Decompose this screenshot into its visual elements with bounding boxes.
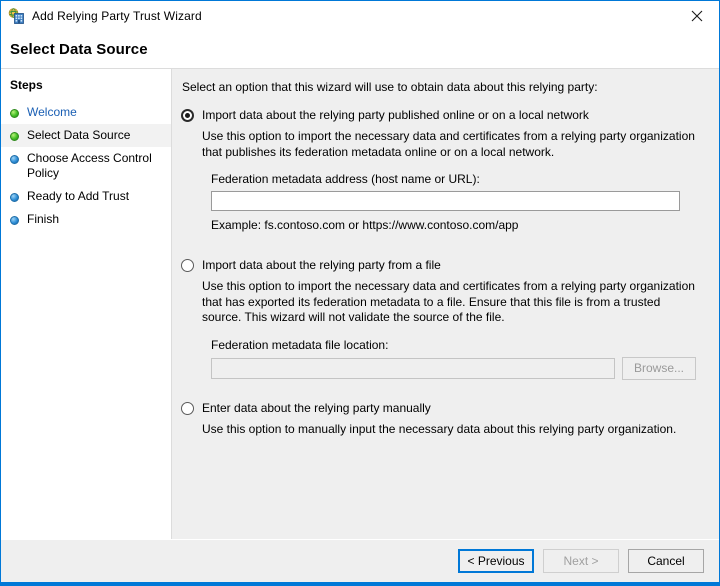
federation-metadata-file-row: Browse...	[211, 356, 705, 380]
sidebar-item-label: Choose Access Control Policy	[27, 151, 152, 180]
sidebar-item-welcome[interactable]: Welcome	[1, 101, 171, 124]
option-import-online: Import data about the relying party publ…	[181, 108, 705, 232]
sidebar-item-label: Finish	[27, 212, 60, 226]
body-area: Steps Welcome Select Data Source Choose …	[1, 68, 719, 539]
content-pane: Select an option that this wizard will u…	[172, 69, 719, 539]
option-file-row[interactable]: Import data about the relying party from…	[181, 258, 705, 272]
close-icon[interactable]	[674, 1, 719, 30]
federation-metadata-file-group: Federation metadata file location: Brows…	[211, 338, 705, 380]
window-title: Add Relying Party Trust Wizard	[32, 9, 202, 23]
federation-metadata-address-label: Federation metadata address (host name o…	[211, 172, 480, 186]
radio-import-file[interactable]	[181, 259, 194, 272]
page-title: Select Data Source	[10, 41, 148, 58]
option-online-row[interactable]: Import data about the relying party publ…	[181, 108, 705, 122]
sidebar-item-label: Ready to Add Trust	[27, 189, 130, 203]
browse-button[interactable]: Browse...	[622, 356, 696, 380]
step-bullet-icon	[10, 193, 19, 202]
step-bullet-icon	[10, 109, 19, 118]
option-file-description: Use this option to import the necessary …	[202, 279, 695, 324]
option-manual-description: Use this option to manually input the ne…	[202, 421, 677, 436]
cancel-button[interactable]: Cancel	[628, 549, 704, 573]
title-bar: Add Relying Party Trust Wizard	[1, 1, 719, 31]
previous-button[interactable]: < Previous	[458, 549, 534, 573]
sidebar-item-select-data-source[interactable]: Select Data Source	[1, 124, 171, 147]
wizard-window: Add Relying Party Trust Wizard Select Da…	[0, 0, 720, 586]
option-manual-label: Enter data about the relying party manua…	[202, 400, 431, 415]
intro-text: Select an option that this wizard will u…	[182, 80, 598, 94]
federation-metadata-address-group: Federation metadata address (host name o…	[211, 172, 705, 232]
option-file-label: Import data about the relying party from…	[202, 258, 441, 272]
button-bar: < Previous Next > Cancel	[1, 539, 719, 582]
step-bullet-icon	[10, 155, 19, 164]
steps-heading: Steps	[10, 78, 43, 92]
sidebar-item-finish[interactable]: Finish	[1, 208, 171, 231]
federation-metadata-address-input[interactable]	[211, 191, 680, 211]
option-online-description: Use this option to import the necessary …	[202, 129, 695, 159]
page-header: Select Data Source	[1, 31, 719, 68]
next-button[interactable]: Next >	[543, 549, 619, 573]
option-online-label: Import data about the relying party publ…	[202, 108, 589, 122]
federation-metadata-file-label: Federation metadata file location:	[211, 337, 389, 352]
radio-import-online[interactable]	[181, 109, 194, 122]
window-bottom-edge	[1, 582, 719, 585]
sidebar-item-ready-to-add-trust[interactable]: Ready to Add Trust	[1, 185, 171, 208]
option-manual-entry: Enter data about the relying party manua…	[181, 401, 705, 438]
sidebar-item-label: Select Data Source	[27, 128, 131, 142]
sidebar-item-choose-access-control-policy[interactable]: Choose Access Control Policy	[1, 147, 171, 185]
step-bullet-icon	[10, 132, 19, 141]
federation-metadata-file-input[interactable]	[211, 357, 615, 379]
radio-enter-manually[interactable]	[181, 401, 194, 415]
steps-sidebar: Steps Welcome Select Data Source Choose …	[1, 69, 172, 539]
option-import-file: Import data about the relying party from…	[181, 258, 705, 380]
sidebar-item-label: Welcome	[27, 105, 77, 119]
option-manual-row[interactable]: Enter data about the relying party manua…	[181, 401, 705, 415]
adfs-relying-party-icon	[8, 7, 25, 25]
step-bullet-icon	[10, 216, 19, 225]
federation-metadata-address-example: Example: fs.contoso.com or https://www.c…	[211, 218, 519, 232]
